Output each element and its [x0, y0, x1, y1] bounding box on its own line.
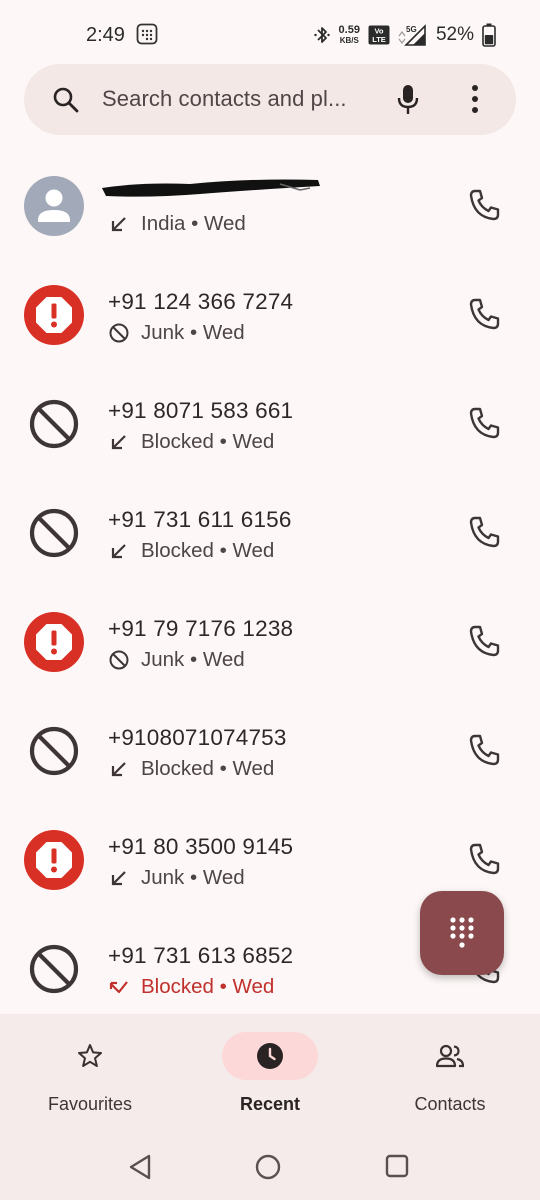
call-details: Blocked • Wed	[108, 756, 274, 782]
nav-contacts-label: Contacts	[414, 1094, 486, 1114]
nav-favourites[interactable]: Favourites	[0, 1014, 180, 1138]
call-log-row[interactable]: +91 731 611 6156 Blocked • Wed	[0, 479, 540, 588]
call-status-text: Junk • Wed	[141, 321, 245, 344]
nav-contacts-icon-container	[402, 1032, 498, 1080]
call-log-row[interactable]: India • Wed	[0, 152, 540, 261]
phone-call-icon[interactable]	[466, 513, 506, 553]
blocked-small-icon	[109, 323, 129, 343]
call-log-row[interactable]: +91 79 7176 1238 Junk • Wed	[0, 588, 540, 697]
call-details: Junk • Wed	[108, 865, 245, 891]
network-speed-unit: KB/S	[339, 36, 359, 45]
phone-call-icon[interactable]	[466, 295, 506, 335]
caller-number: +9108071074753	[108, 725, 287, 750]
people-icon	[436, 1044, 464, 1068]
redacted-name-scribble	[102, 179, 320, 197]
search-bar[interactable]: Search contacts and pl...	[24, 64, 516, 135]
dialpad-icon	[450, 917, 474, 948]
svg-text:5G: 5G	[406, 25, 417, 34]
svg-text:LTE: LTE	[372, 35, 386, 44]
nav-recent-icon-container	[222, 1032, 318, 1080]
call-details: Junk • Wed	[108, 647, 245, 673]
phone-call-icon[interactable]	[466, 731, 506, 771]
call-details: Blocked • Wed	[108, 538, 274, 564]
phone-call-icon[interactable]	[466, 186, 506, 226]
search-input[interactable]: Search contacts and pl...	[102, 86, 372, 112]
blocked-icon	[29, 399, 79, 449]
incoming-arrow	[111, 871, 126, 886]
call-details: Junk • Wed	[108, 320, 245, 346]
status-bar: 2:49 0.59 KB/S Vo LTE 5G 52%	[0, 0, 540, 70]
status-icons: 0.59 KB/S Vo LTE 5G 52%	[313, 20, 496, 50]
nav-recent-label: Recent	[239, 1094, 301, 1114]
phone-call-icon[interactable]	[466, 622, 506, 662]
call-status-text: Blocked • Wed	[141, 539, 275, 562]
network-speed: 0.59 KB/S	[338, 24, 360, 46]
back-icon[interactable]	[127, 1153, 153, 1181]
incoming-arrow	[111, 762, 126, 777]
spam-warning-icon	[24, 285, 84, 345]
call-status-text: Blocked • Wed	[141, 430, 275, 453]
call-status-text: Blocked • Wed	[141, 975, 275, 998]
battery-icon	[482, 23, 496, 47]
microphone-icon[interactable]	[396, 84, 420, 116]
caller-number: +91 8071 583 661	[108, 398, 294, 423]
incoming-arrow	[111, 544, 126, 559]
missed-call-arrow	[109, 981, 128, 994]
caller-number: +91 731 611 6156	[108, 507, 292, 532]
call-details: India • Wed	[108, 211, 246, 237]
caller-number: +91 79 7176 1238	[108, 616, 294, 641]
nav-recent[interactable]: Recent	[180, 1014, 360, 1138]
person-avatar	[24, 176, 84, 236]
call-log-row[interactable]: +9108071074753 Blocked • Wed	[0, 697, 540, 806]
call-status-text: Junk • Wed	[141, 866, 245, 889]
system-navigation-bar	[0, 1138, 540, 1200]
incoming-arrow	[111, 217, 126, 232]
nav-contacts[interactable]: Contacts	[360, 1014, 540, 1138]
spam-warning-icon	[24, 612, 84, 672]
caller-number: +91 731 613 6852	[108, 943, 294, 968]
recent-calls-list: India • Wed +91 124 366 7274 Junk • Wed +91…	[0, 152, 540, 1014]
battery-percent: 52%	[435, 24, 474, 45]
phone-call-icon[interactable]	[466, 840, 506, 880]
signal-5g-icon: 5G	[398, 24, 426, 46]
call-log-row[interactable]: +91 124 366 7274 Junk • Wed	[0, 261, 540, 370]
nav-favourites-label: Favourites	[47, 1094, 133, 1114]
caller-number: +91 80 3500 9145	[108, 834, 294, 859]
blocked-icon	[29, 508, 79, 558]
calculator-notification-icon	[136, 23, 158, 45]
call-status-text: Blocked • Wed	[141, 757, 275, 780]
nav-favourites-icon-container	[42, 1032, 138, 1080]
recent-apps-icon[interactable]	[385, 1154, 409, 1178]
call-status-text: India • Wed	[141, 212, 246, 235]
phone-call-icon[interactable]	[466, 404, 506, 444]
clock-icon	[257, 1043, 283, 1069]
incoming-arrow	[111, 435, 126, 450]
dialpad-button[interactable]	[420, 891, 504, 975]
spam-warning-icon	[24, 830, 84, 890]
caller-number: +91 124 366 7274	[108, 289, 294, 314]
call-details: Blocked • Wed	[108, 974, 274, 1000]
volte-icon: Vo LTE	[368, 25, 390, 45]
home-icon[interactable]	[255, 1154, 281, 1180]
status-time: 2:49	[86, 24, 125, 46]
more-options-icon[interactable]	[470, 84, 480, 114]
star-icon	[78, 1044, 102, 1067]
call-log-row[interactable]: +91 8071 583 661 Blocked • Wed	[0, 370, 540, 479]
blocked-icon	[29, 944, 79, 994]
blocked-small-icon	[109, 650, 129, 670]
call-details: Blocked • Wed	[108, 429, 274, 455]
blocked-icon	[29, 726, 79, 776]
bottom-navigation: Favourites Recent Contacts	[0, 1014, 540, 1138]
search-icon[interactable]	[52, 86, 80, 114]
network-speed-value: 0.59	[338, 24, 360, 36]
phone-screen: 2:49 0.59 KB/S Vo LTE 5G 52% Search cont…	[0, 0, 540, 1200]
call-status-text: Junk • Wed	[141, 648, 245, 671]
bluetooth-icon	[313, 27, 330, 43]
